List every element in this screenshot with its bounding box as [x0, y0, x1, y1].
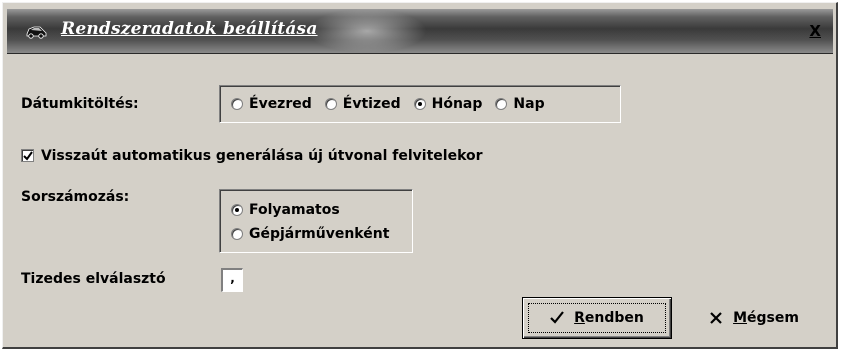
numbering-group: Folyamatos Gépjárművenként: [219, 189, 413, 253]
car-icon: [25, 23, 47, 39]
radio-evtized-circle[interactable]: [324, 98, 337, 110]
date-fill-options: Évezred Évtized Hónap Nap: [231, 96, 545, 112]
ok-button[interactable]: Rendben: [522, 297, 672, 339]
checkmark-icon: [550, 311, 564, 324]
numbering-label: Sorszámozás:: [21, 189, 130, 205]
radio-evezred-circle[interactable]: [231, 98, 243, 110]
radio-gepjarmuvenkent-label: Gépjárművenként: [249, 226, 390, 242]
radio-folyamatos[interactable]: Folyamatos: [231, 202, 340, 218]
ok-button-label: Rendben: [574, 310, 644, 326]
x-icon: [710, 312, 722, 324]
cancel-button-mnemonic: M: [733, 310, 747, 326]
dialog-title: Rendszeradatok beállítása: [61, 19, 318, 39]
decimal-separator-label: Tizedes elválasztó: [21, 271, 166, 287]
title-bar-shine: [307, 9, 427, 53]
decimal-separator-input[interactable]: ,: [221, 268, 243, 292]
cancel-button-label: Mégsem: [733, 310, 799, 326]
radio-gepjarmuvenkent[interactable]: Gépjárművenként: [231, 226, 389, 242]
radio-nap-label: Nap: [513, 96, 545, 112]
auto-return-label[interactable]: Visszaút automatikus generálása új útvon…: [41, 148, 483, 164]
date-fill-group: Évezred Évtized Hónap Nap: [219, 85, 621, 123]
cancel-button[interactable]: Mégsem: [689, 297, 819, 339]
radio-evezred[interactable]: Évezred: [231, 96, 312, 112]
cancel-button-rest: égsem: [747, 310, 799, 326]
radio-honap-circle[interactable]: [413, 98, 426, 110]
radio-evtized-label: Évtized: [342, 96, 401, 112]
ok-button-rest: endben: [584, 310, 644, 326]
radio-nap[interactable]: Nap: [495, 96, 545, 112]
check-icon: [23, 151, 33, 161]
settings-dialog: Rendszeradatok beállítása X Dátumkitölté…: [2, 2, 838, 349]
title-bar[interactable]: Rendszeradatok beállítása X: [7, 9, 833, 54]
date-fill-label: Dátumkitöltés:: [21, 96, 139, 112]
close-button[interactable]: X: [809, 22, 821, 40]
auto-return-checkbox[interactable]: [21, 149, 34, 162]
radio-honap[interactable]: Hónap: [413, 96, 483, 112]
radio-gepjarmuvenkent-circle[interactable]: [231, 228, 243, 240]
radio-evtized[interactable]: Évtized: [324, 96, 401, 112]
radio-evezred-label: Évezred: [249, 96, 312, 112]
radio-folyamatos-label: Folyamatos: [249, 202, 340, 218]
ok-button-mnemonic: R: [574, 310, 585, 326]
radio-folyamatos-circle[interactable]: [231, 204, 243, 216]
radio-honap-label: Hónap: [431, 96, 483, 112]
radio-nap-circle[interactable]: [495, 98, 508, 110]
